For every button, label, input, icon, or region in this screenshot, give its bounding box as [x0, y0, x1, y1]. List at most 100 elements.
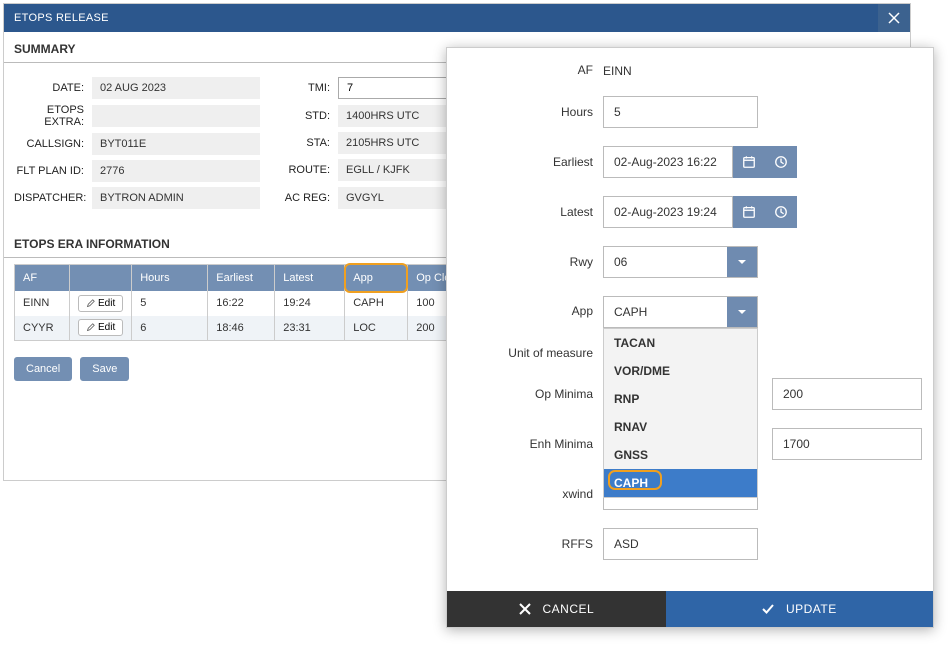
check-icon	[762, 603, 774, 615]
cell-hours: 5	[132, 291, 208, 316]
enhmin-label: Enh Minima	[447, 437, 603, 451]
tmi-label: TMI:	[278, 82, 338, 94]
cell-earliest: 18:46	[208, 316, 275, 341]
th-earliest[interactable]: Earliest	[208, 265, 275, 291]
latest-label: Latest	[447, 205, 603, 219]
earliest-calendar-button[interactable]	[733, 146, 765, 178]
dispatcher-label: DISPATCHER:	[14, 192, 92, 204]
app-option[interactable]: RNAV	[604, 413, 757, 441]
close-icon	[519, 603, 531, 615]
app-option[interactable]: TACAN	[604, 329, 757, 357]
cell-latest: 19:24	[275, 291, 345, 316]
app-option[interactable]: CAPH	[604, 469, 757, 497]
sta-label: STA:	[278, 137, 338, 149]
th-hours[interactable]: Hours	[132, 265, 208, 291]
latest-calendar-button[interactable]	[733, 196, 765, 228]
th-af[interactable]: AF	[15, 265, 70, 291]
app-label: App	[447, 296, 603, 318]
etops-extra-value	[92, 105, 260, 127]
af-value: EINN	[603, 62, 911, 78]
cell-edit: Edit	[70, 316, 132, 341]
edit-label: Edit	[98, 298, 115, 309]
latest-clock-button[interactable]	[765, 196, 797, 228]
calendar-icon	[742, 205, 756, 219]
chevron-down-icon	[737, 257, 747, 267]
summary-col-1: DATE: 02 AUG 2023 ETOPS EXTRA: CALLSIGN:…	[14, 77, 260, 209]
app-caret	[727, 297, 757, 327]
rwy-selected: 06	[604, 247, 727, 277]
app-selected: CAPH	[604, 297, 727, 327]
hours-label: Hours	[447, 105, 603, 119]
pencil-icon	[86, 299, 95, 308]
cell-af: EINN	[15, 291, 70, 316]
pencil-icon	[86, 323, 95, 332]
cell-edit: Edit	[70, 291, 132, 316]
clock-icon	[774, 205, 788, 219]
opmin-b-input[interactable]	[772, 378, 922, 410]
cell-latest: 23:31	[275, 316, 345, 341]
callsign-value: BYT011E	[92, 133, 260, 155]
th-edit[interactable]	[70, 265, 132, 291]
chevron-down-icon	[737, 307, 747, 317]
enhmin-b-input[interactable]	[772, 428, 922, 460]
af-label: AF	[447, 63, 603, 77]
rwy-select[interactable]: 06	[603, 246, 758, 278]
latest-group	[603, 196, 911, 228]
opmin-label: Op Minima	[447, 387, 603, 401]
edit-row-button[interactable]: Edit	[78, 295, 123, 312]
cell-hours: 6	[132, 316, 208, 341]
cancel-button[interactable]: Cancel	[14, 357, 72, 381]
dispatcher-value: BYTRON ADMIN	[92, 187, 260, 209]
cell-app: LOC	[345, 316, 408, 341]
earliest-group	[603, 146, 911, 178]
save-button[interactable]: Save	[80, 357, 129, 381]
rffs-input[interactable]	[603, 528, 758, 560]
route-label: ROUTE:	[278, 164, 338, 176]
edit-row-button[interactable]: Edit	[78, 319, 123, 336]
th-latest[interactable]: Latest	[275, 265, 345, 291]
panel-cancel-label: CANCEL	[543, 602, 595, 616]
date-label: DATE:	[14, 82, 92, 94]
titlebar: ETOPS RELEASE	[4, 4, 910, 32]
app-option[interactable]: VOR/DME	[604, 357, 757, 385]
callsign-label: CALLSIGN:	[14, 138, 92, 150]
edit-label: Edit	[98, 322, 115, 333]
clock-icon	[774, 155, 788, 169]
std-label: STD:	[278, 110, 338, 122]
app-option[interactable]: GNSS	[604, 441, 757, 469]
uom-label: Unit of measure	[447, 346, 603, 360]
flt-plan-label: FLT PLAN ID:	[14, 165, 92, 177]
xwind-label: xwind	[447, 487, 603, 501]
calendar-icon	[742, 155, 756, 169]
close-icon	[888, 12, 900, 24]
cell-app: CAPH	[345, 291, 408, 316]
flt-plan-value: 2776	[92, 160, 260, 182]
app-select[interactable]: CAPH TACANVOR/DMERNPRNAVGNSSCAPH	[603, 296, 758, 328]
cell-af: CYYR	[15, 316, 70, 341]
window-close-button[interactable]	[878, 4, 910, 32]
edit-form: AF EINN Hours Earliest Latest	[447, 48, 933, 591]
hours-input[interactable]	[603, 96, 758, 128]
latest-input[interactable]	[603, 196, 733, 228]
earliest-input[interactable]	[603, 146, 733, 178]
rwy-label: Rwy	[447, 255, 603, 269]
panel-cancel-button[interactable]: CANCEL	[447, 591, 666, 627]
etops-extra-label: ETOPS EXTRA:	[14, 104, 92, 128]
panel-update-label: UPDATE	[786, 602, 837, 616]
cell-earliest: 16:22	[208, 291, 275, 316]
earliest-label: Earliest	[447, 155, 603, 169]
window-title: ETOPS RELEASE	[4, 12, 109, 24]
th-app-label: App	[353, 272, 373, 284]
date-value: 02 AUG 2023	[92, 77, 260, 99]
app-option-highlight	[608, 470, 662, 490]
panel-footer: CANCEL UPDATE	[447, 591, 933, 627]
app-option[interactable]: RNP	[604, 385, 757, 413]
acreg-label: AC REG:	[278, 192, 338, 204]
earliest-clock-button[interactable]	[765, 146, 797, 178]
rffs-label: RFFS	[447, 537, 603, 551]
rwy-caret	[727, 247, 757, 277]
app-dropdown: TACANVOR/DMERNPRNAVGNSSCAPH	[603, 328, 758, 498]
edit-panel: AF EINN Hours Earliest Latest	[446, 47, 934, 628]
panel-update-button[interactable]: UPDATE	[666, 591, 933, 627]
th-app[interactable]: App	[345, 265, 408, 291]
